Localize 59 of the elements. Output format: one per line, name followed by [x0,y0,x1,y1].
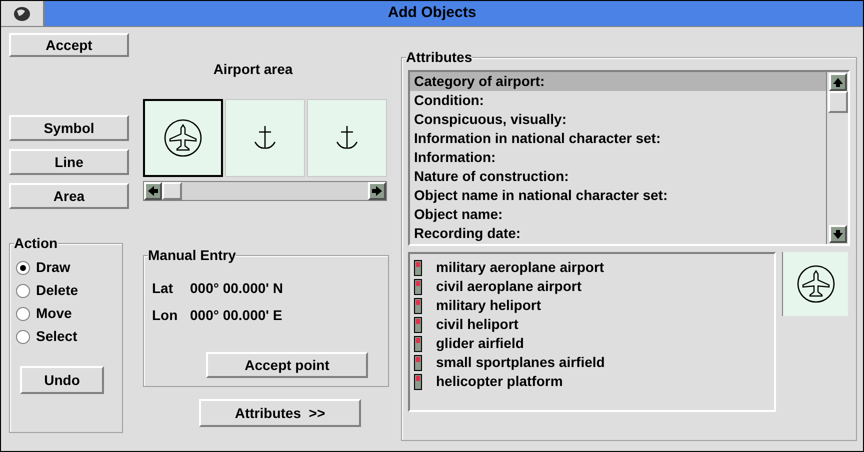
scroll-arrow-button[interactable] [828,225,846,243]
undo-button[interactable]: Undo [20,366,104,394]
attribute-item[interactable]: Recording date: [410,224,826,243]
radio-option[interactable]: Move [16,304,122,323]
attribute-item[interactable]: Category of airport: [410,72,826,91]
arrow-icon [832,228,844,240]
arrow-icon [832,76,844,88]
attribute-item[interactable]: Conspicuous, visually: [410,110,826,129]
value-item[interactable]: glider airfield [436,333,524,354]
signal-light-icon [414,298,422,314]
object-type-button[interactable]: Symbol [9,115,129,141]
coordinate-value: 000° 00.000' N [190,279,283,298]
attribute-item[interactable]: Object name: [410,205,826,224]
scrollbar[interactable] [826,72,848,244]
value-item[interactable]: civil heliport [436,314,518,335]
object-name: Airport area [212,60,294,79]
window-title: Add Objects [386,3,478,24]
signal-light-icon [414,278,422,294]
attribute-item[interactable]: Nature of construction: [410,167,826,186]
object-type-button[interactable]: Area [9,183,129,209]
signal-light-icon [414,354,422,370]
signal-light-icon [414,260,422,276]
value-item[interactable]: military aeroplane airport [436,257,604,278]
accept-point-button[interactable]: Accept point [206,352,368,378]
system-menu-button[interactable] [1,1,45,26]
attribute-item[interactable]: Condition: [410,91,826,110]
coordinate-value: 000° 00.000' E [190,306,282,325]
radio-option[interactable]: Delete [16,281,122,300]
anchor-icon [253,124,277,152]
scroll-arrow-button[interactable] [828,73,846,91]
airplane-symbol-icon [163,118,203,158]
coordinate-label: Lon [152,306,179,325]
scroll-thumb[interactable] [828,91,848,113]
globe-icon [13,6,31,22]
anchor-icon [335,124,359,152]
airplane-symbol-icon [796,264,836,304]
attribute-item[interactable]: Information: [410,148,826,167]
scrollbar[interactable] [143,181,387,201]
signal-light-icon [414,374,422,390]
arrow-icon [147,185,159,197]
attribute-item[interactable]: Information in national character set: [410,129,826,148]
attribute-item[interactable]: Object name in national character set: [410,186,826,205]
attributes-button[interactable]: Attributes >> [199,399,361,427]
signal-light-icon [414,316,422,332]
scroll-thumb[interactable] [162,182,182,200]
accept-button[interactable]: Accept [9,33,129,57]
object-type-button[interactable]: Line [9,149,129,175]
coordinate-label: Lat [152,279,174,298]
scroll-arrow-button[interactable] [144,182,162,200]
value-item[interactable]: civil aeroplane airport [436,276,582,297]
symbol-tile[interactable] [143,99,223,177]
radio-option[interactable]: Draw [16,258,122,277]
value-item[interactable]: helicopter platform [436,371,563,392]
value-item[interactable]: small sportplanes airfield [436,352,605,373]
signal-light-icon [414,336,422,352]
value-item[interactable]: military heliport [436,295,542,316]
radio-option[interactable]: Select [16,327,122,346]
arrow-icon [371,185,383,197]
scroll-arrow-button[interactable] [368,182,386,200]
